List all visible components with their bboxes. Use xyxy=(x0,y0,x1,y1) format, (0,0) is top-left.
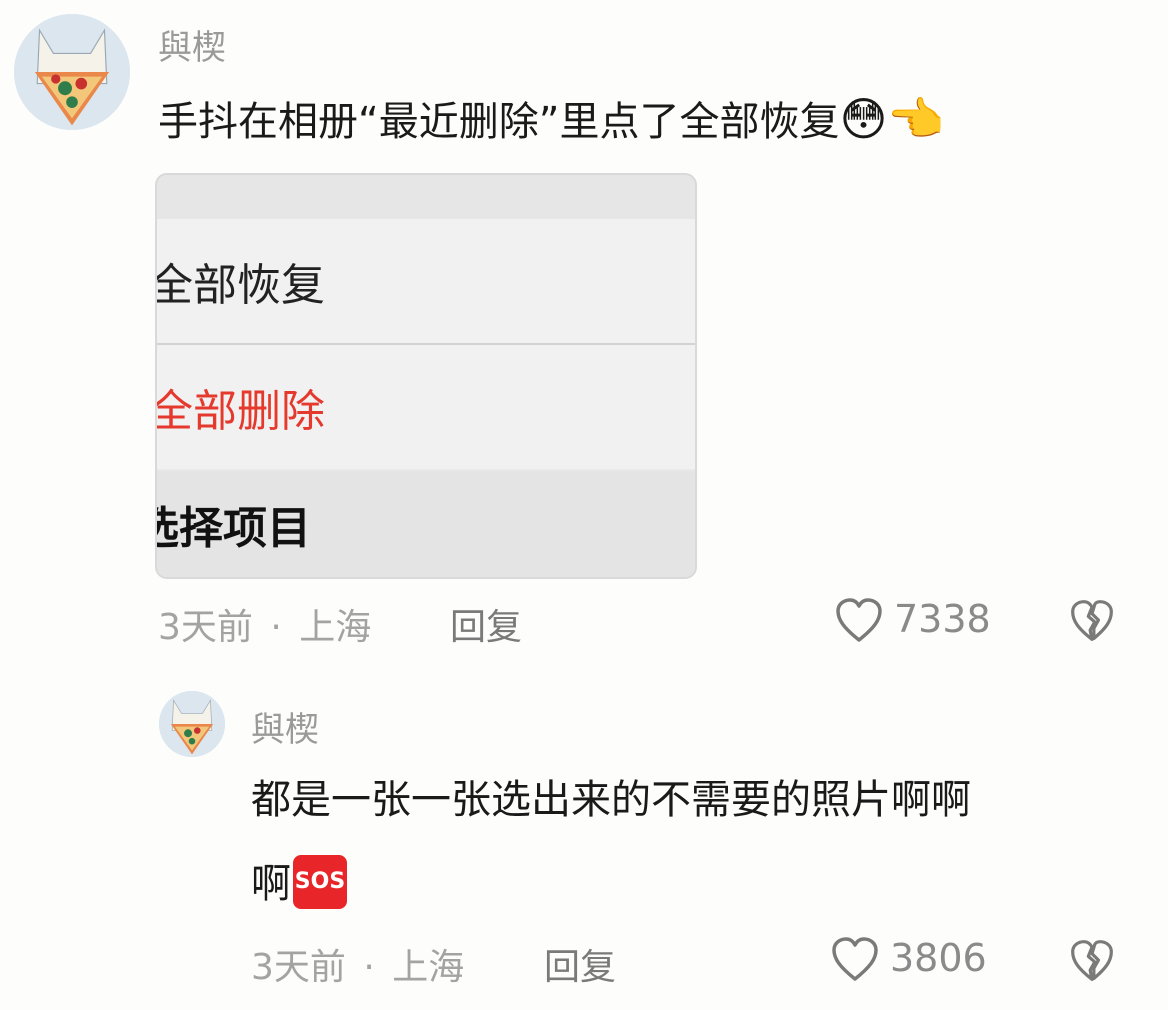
comment-meta: 3天前 · 上海 xyxy=(158,598,371,650)
meta-separator: · xyxy=(363,947,375,988)
reply-button[interactable]: 回复 xyxy=(544,938,616,990)
reply-time: 3天前 xyxy=(251,947,346,988)
like-heart-icon[interactable] xyxy=(830,935,880,985)
menu-select-items: 选择项目 xyxy=(157,471,695,577)
reply-location: 上海 xyxy=(392,947,465,988)
comment-username[interactable]: 與楔 xyxy=(158,20,226,69)
reply-meta: 3天前 · 上海 xyxy=(251,938,464,990)
comment-body: 手抖在相册“最近删除”里点了全部恢复 xyxy=(158,99,840,145)
menu-top-band xyxy=(157,175,695,219)
sos-badge-label: SOS xyxy=(294,869,346,894)
like-heart-icon[interactable] xyxy=(834,596,884,646)
meta-separator: · xyxy=(270,607,282,648)
menu-delete-all: 全部删除 xyxy=(157,345,695,469)
menu-restore-all: 全部恢复 xyxy=(157,219,695,343)
like-count: 3806 xyxy=(890,936,987,980)
reply-username[interactable]: 與楔 xyxy=(251,702,319,751)
comment-time: 3天前 xyxy=(158,607,253,648)
sos-emoji-icon: SOS xyxy=(293,855,347,909)
reply-avatar[interactable] xyxy=(159,691,225,757)
flushed-face-emoji-icon: 😳 xyxy=(839,92,888,146)
avatar[interactable] xyxy=(14,14,130,130)
comment-text: 手抖在相册“最近删除”里点了全部恢复😳👈 xyxy=(158,84,945,157)
comment-image[interactable]: 全部恢复 全部删除 选择项目 xyxy=(155,173,697,579)
reply-button[interactable]: 回复 xyxy=(450,598,522,650)
pointing-hand-emoji-icon: 👈 xyxy=(887,92,945,146)
comment-location: 上海 xyxy=(299,607,372,648)
like-count: 7338 xyxy=(894,597,991,641)
broken-heart-icon[interactable] xyxy=(1068,598,1116,644)
reply-text-line1: 都是一张一张选出来的不需要的照片啊啊 xyxy=(251,777,971,823)
reply-text-line2: 啊 SOS xyxy=(251,849,347,919)
broken-heart-icon[interactable] xyxy=(1068,938,1116,984)
